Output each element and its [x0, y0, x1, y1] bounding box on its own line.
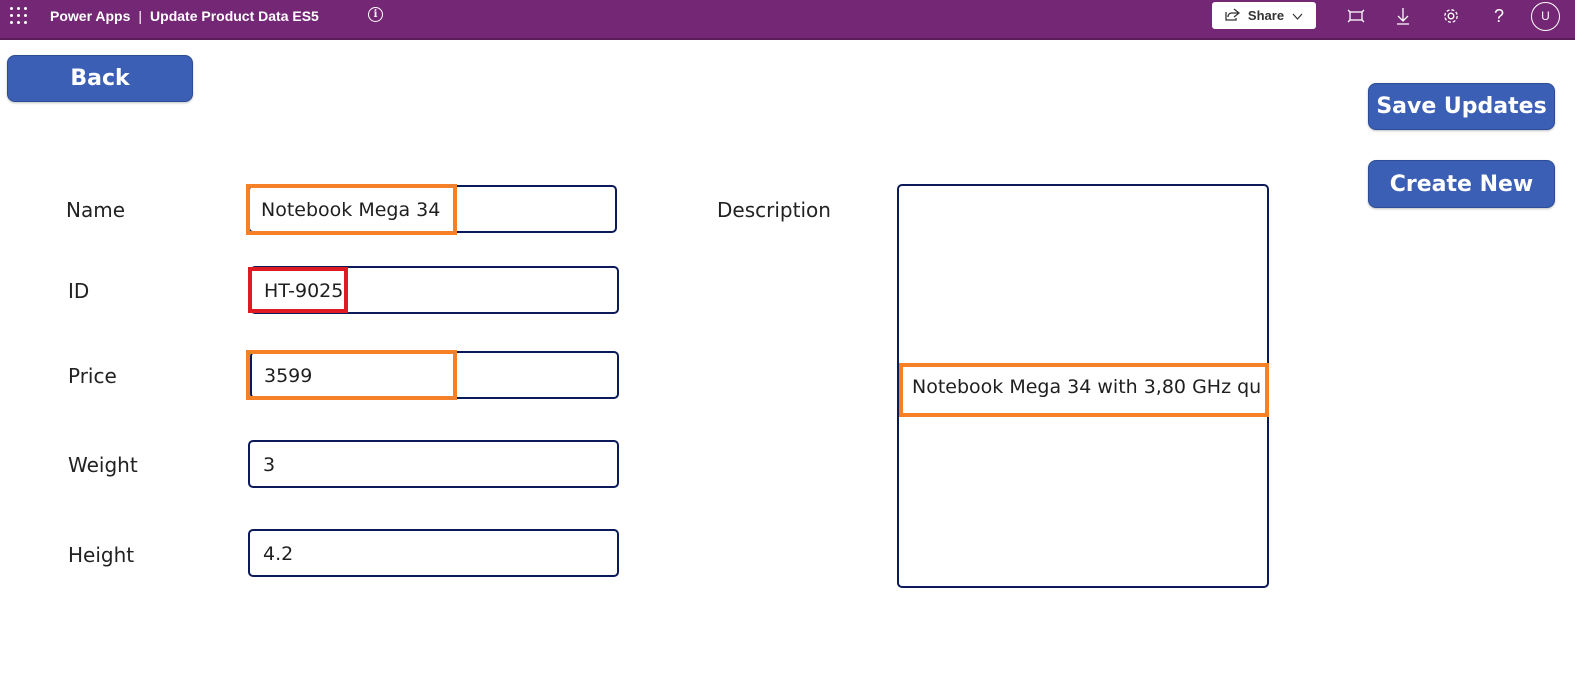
height-value: 4.2: [263, 543, 294, 565]
weight-label: Weight: [68, 453, 138, 477]
description-label: Description: [717, 198, 831, 222]
chevron-down-icon: [1292, 8, 1303, 23]
price-value: 3599: [264, 365, 313, 387]
help-icon[interactable]: ?: [1487, 4, 1511, 28]
title-separator: |: [138, 8, 143, 24]
app-header: Power Apps | Update Product Data ES5 i Sha…: [0, 0, 1575, 40]
save-updates-button[interactable]: Save Updates: [1368, 83, 1555, 130]
height-input[interactable]: [248, 529, 619, 577]
weight-value: 3: [263, 454, 276, 476]
id-label: ID: [68, 279, 90, 303]
share-icon: [1225, 7, 1240, 24]
back-button[interactable]: Back: [7, 55, 193, 102]
info-icon[interactable]: i: [368, 7, 383, 22]
app-title-bar: Power Apps | Update Product Data ES5: [50, 0, 319, 32]
share-button[interactable]: Share: [1212, 2, 1316, 29]
user-avatar[interactable]: U: [1531, 2, 1560, 31]
app-name: Power Apps: [50, 8, 131, 24]
name-value: Notebook Mega 34: [261, 199, 441, 221]
weight-input[interactable]: [248, 440, 619, 488]
share-label: Share: [1247, 8, 1285, 23]
create-new-button[interactable]: Create New: [1368, 160, 1555, 208]
fit-to-window-icon[interactable]: [1344, 4, 1368, 28]
app-launcher-icon[interactable]: [10, 7, 28, 25]
app-title: Update Product Data ES5: [150, 8, 319, 24]
id-value: HT-9025: [264, 280, 344, 302]
name-label: Name: [66, 198, 126, 222]
height-label: Height: [68, 543, 135, 567]
settings-gear-icon[interactable]: [1439, 4, 1463, 28]
price-label: Price: [68, 364, 117, 388]
description-value: Notebook Mega 34 with 3,80 GHz qua: [912, 376, 1262, 398]
download-icon[interactable]: [1391, 4, 1415, 28]
